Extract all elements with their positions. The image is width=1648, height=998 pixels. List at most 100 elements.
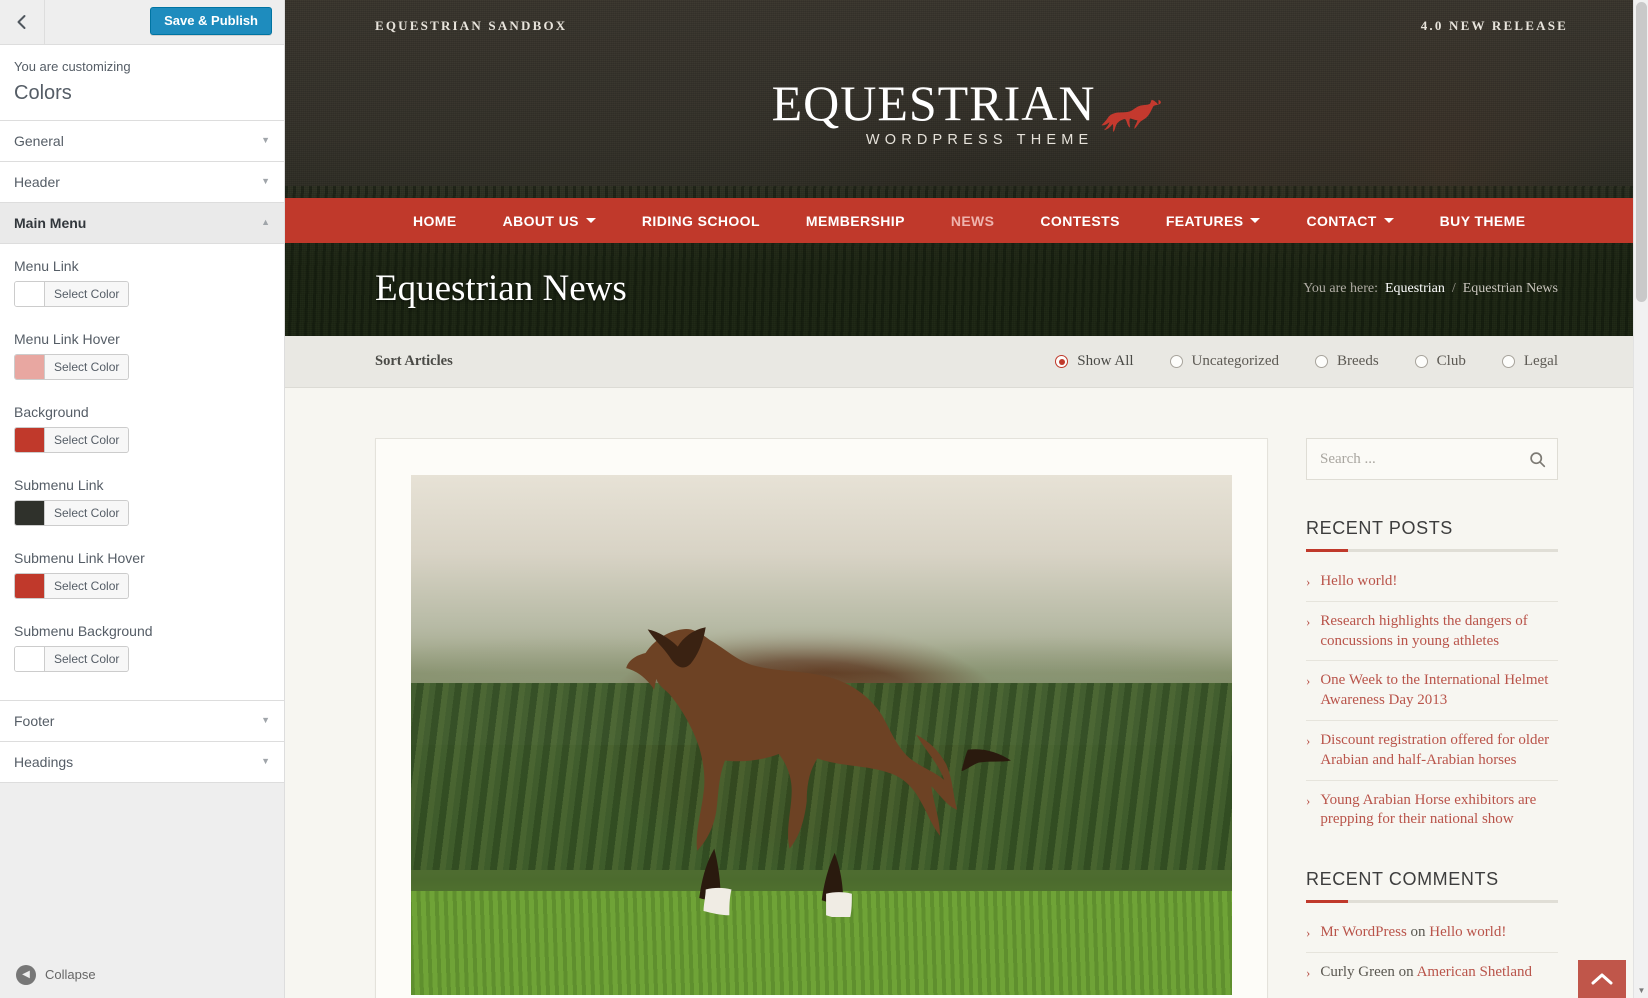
color-swatch	[15, 427, 45, 452]
filter-club[interactable]: Club	[1414, 353, 1466, 370]
section-headings-label: Headings	[14, 753, 74, 770]
list-item[interactable]: › Mr WordPress on Hello world!	[1306, 913, 1558, 953]
recent-post-link[interactable]: One Week to the International Helmet Awa…	[1320, 671, 1558, 711]
color-field-menu-link-hover: Menu Link Hover Select Color	[14, 331, 270, 382]
scrollbar-thumb[interactable]	[1636, 2, 1647, 302]
recent-post-link[interactable]: Hello world!	[1320, 572, 1397, 592]
section-header-label: Header	[14, 173, 60, 190]
nav-label: NEWS	[950, 212, 995, 229]
recent-post-link[interactable]: Young Arabian Horse exhibitors are prepp…	[1320, 791, 1558, 831]
section-footer[interactable]: Footer ▼	[0, 700, 284, 742]
nav-item-home[interactable]: HOME	[390, 198, 480, 243]
section-footer-label: Footer	[14, 712, 55, 729]
recent-comments-widget: RECENT COMMENTS › Mr WordPress on Hello …	[1306, 869, 1558, 992]
section-general[interactable]: General ▼	[0, 120, 284, 162]
section-headings[interactable]: Headings ▼	[0, 741, 284, 783]
filter-breeds[interactable]: Breeds	[1315, 353, 1379, 370]
page-scrollbar[interactable]: ▲ ▼	[1633, 0, 1648, 998]
color-picker-menu-link[interactable]: Select Color	[14, 280, 130, 307]
filter-label: Uncategorized	[1191, 353, 1279, 369]
nav-item-buy-theme[interactable]: BUY THEME	[1417, 198, 1549, 243]
chevron-up-icon: ▲	[261, 217, 270, 228]
recent-posts-title: RECENT POSTS	[1306, 518, 1453, 538]
recent-posts-widget: RECENT POSTS › Hello world! › Research h…	[1306, 518, 1558, 839]
recent-comments-title: RECENT COMMENTS	[1306, 869, 1499, 890]
filter-legal[interactable]: Legal	[1501, 353, 1558, 370]
scrollbar-down-arrow[interactable]: ▼	[1634, 983, 1648, 998]
back-button[interactable]	[0, 0, 45, 44]
select-color-button[interactable]: Select Color	[45, 500, 129, 525]
chevron-right-icon: ›	[1306, 574, 1311, 589]
select-color-button[interactable]: Select Color	[45, 573, 129, 598]
section-main-menu[interactable]: Main Menu ▲	[0, 202, 284, 244]
radio-icon[interactable]	[1169, 355, 1183, 368]
save-and-publish-button[interactable]: Save & Publish	[150, 7, 272, 35]
nav-item-features[interactable]: FEATURES	[1143, 198, 1284, 243]
logo-text: EQUESTRIAN WORDPRESS THEME	[772, 78, 1096, 148]
recent-post-link[interactable]: Research highlights the dangers of concu…	[1320, 612, 1558, 652]
customizer-app: Save & Publish You are customizing Color…	[0, 0, 1648, 998]
list-item[interactable]: › One Week to the International Helmet A…	[1306, 661, 1558, 721]
color-field-label: Menu Link Hover	[14, 330, 120, 347]
site-logo[interactable]: EQUESTRIAN WORDPRESS THEME	[285, 78, 1648, 148]
recent-post-link[interactable]: Discount registration offered for older …	[1320, 731, 1558, 771]
post-card	[375, 438, 1268, 998]
select-color-button[interactable]: Select Color	[45, 646, 129, 671]
list-item[interactable]: › Young Arabian Horse exhibitors are pre…	[1306, 781, 1558, 840]
color-swatch	[15, 500, 45, 525]
list-item[interactable]: › Curly Green on American Shetland	[1306, 953, 1558, 992]
filter-label: Show All	[1077, 353, 1134, 369]
post-featured-image[interactable]	[411, 475, 1232, 995]
comment-author-link[interactable]: Mr WordPress	[1320, 924, 1406, 940]
color-picker-submenu-link-hover[interactable]: Select Color	[14, 572, 130, 599]
color-picker-submenu-link[interactable]: Select Color	[14, 499, 130, 526]
page-title-band: Equestrian News You are here: Equestrian…	[285, 243, 1648, 334]
comment-post-link[interactable]: Hello world!	[1429, 924, 1506, 940]
radio-icon[interactable]	[1414, 355, 1428, 368]
search-button[interactable]	[1517, 439, 1557, 479]
select-color-button[interactable]: Select Color	[45, 427, 129, 452]
color-field-label: Menu Link	[14, 257, 79, 274]
search-input[interactable]	[1307, 439, 1517, 479]
color-field-menu-link: Menu Link Select Color	[14, 258, 270, 309]
collapse-button[interactable]: ◀ Collapse	[0, 950, 285, 998]
breadcrumb-link-home[interactable]: Equestrian	[1385, 281, 1445, 297]
list-item[interactable]: › Hello world!	[1306, 562, 1558, 602]
nav-item-news[interactable]: NEWS	[928, 198, 1018, 243]
filter-uncategorized[interactable]: Uncategorized	[1169, 353, 1279, 370]
comment-post-link[interactable]: American Shetland	[1417, 964, 1532, 980]
nav-item-contests[interactable]: CONTESTS	[1017, 198, 1142, 243]
list-item[interactable]: › Discount registration offered for olde…	[1306, 721, 1558, 781]
comment-entry: Mr WordPress on Hello world!	[1320, 923, 1506, 943]
scroll-to-top-button[interactable]	[1578, 960, 1626, 998]
site-tagline: EQUESTRIAN SANDBOX	[375, 18, 568, 33]
list-item[interactable]: › Research highlights the dangers of con…	[1306, 602, 1558, 662]
section-header[interactable]: Header ▼	[0, 161, 284, 203]
color-picker-background[interactable]: Select Color	[14, 426, 130, 453]
select-color-button[interactable]: Select Color	[45, 354, 129, 379]
nav-item-contact[interactable]: CONTACT	[1283, 198, 1416, 243]
color-field-label: Submenu Link	[14, 476, 104, 493]
nav-item-riding-school[interactable]: RIDING SCHOOL	[619, 198, 783, 243]
breadcrumb: You are here: Equestrian / Equestrian Ne…	[1303, 281, 1558, 297]
chevron-right-icon: ›	[1306, 732, 1311, 748]
color-picker-menu-link-hover[interactable]: Select Color	[14, 353, 130, 380]
main-navigation: HOME ABOUT US RIDING SCHOOL MEMBERSHIP N…	[285, 198, 1648, 243]
collapse-arrow-icon: ◀	[16, 964, 36, 985]
nav-label: HOME	[413, 212, 457, 229]
nav-item-membership[interactable]: MEMBERSHIP	[783, 198, 928, 243]
radio-icon[interactable]	[1055, 355, 1069, 368]
recent-posts-list: › Hello world! › Research highlights the…	[1306, 562, 1558, 839]
color-picker-submenu-background[interactable]: Select Color	[14, 645, 130, 672]
radio-icon[interactable]	[1315, 355, 1328, 368]
radio-icon[interactable]	[1501, 355, 1515, 368]
comment-author: Curly Green	[1320, 963, 1395, 980]
sort-articles-bar: Sort Articles Show All Uncategorized Bre…	[285, 336, 1648, 388]
color-field-label: Submenu Link Hover	[14, 549, 145, 566]
nav-item-about-us[interactable]: ABOUT US	[480, 198, 619, 243]
select-color-button[interactable]: Select Color	[45, 281, 129, 306]
recent-comments-list: › Mr WordPress on Hello world! › Curly G…	[1306, 913, 1558, 992]
comment-connector: on	[1398, 963, 1414, 980]
filter-show-all[interactable]: Show All	[1055, 353, 1134, 370]
customizer-header: Save & Publish	[0, 0, 284, 45]
